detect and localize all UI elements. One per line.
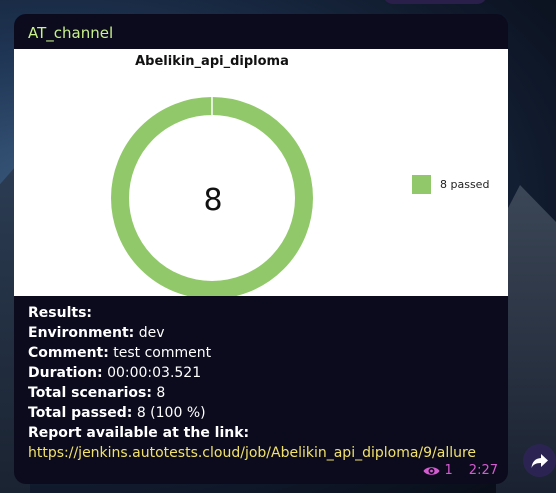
message-time: 2:27 — [468, 463, 498, 478]
chart-title: Abelikin_api_diploma — [135, 54, 289, 69]
channel-message[interactable]: AT_channel 8 Abelikin_api_diploma 8 pass… — [14, 14, 508, 484]
result-label: Total passed: — [28, 405, 133, 421]
eye-icon — [423, 466, 440, 475]
result-line-duration: Duration: 00:00:03.521 — [28, 363, 498, 383]
result-label: Duration: — [28, 365, 103, 381]
result-value: 8 — [151, 385, 166, 401]
result-label: Environment: — [28, 325, 135, 341]
results-title: Results: — [28, 305, 92, 321]
result-line-environment: Environment: dev — [28, 323, 498, 343]
result-value: 8 (100 %) — [132, 405, 206, 421]
channel-name[interactable]: AT_channel — [28, 24, 113, 42]
result-line-comment: Comment: test comment — [28, 343, 498, 363]
result-label: Total scenarios: — [28, 385, 152, 401]
donut-center-value: 8 — [203, 183, 222, 218]
report-link-label: Report available at the link: — [28, 425, 250, 441]
legend-swatch-passed — [412, 175, 431, 194]
result-line-total-scenarios: Total scenarios: 8 — [28, 383, 498, 403]
result-line-total-passed: Total passed: 8 (100 %) — [28, 403, 498, 423]
view-count: 1 — [444, 463, 453, 478]
share-arrow-icon — [531, 453, 548, 468]
forward-button[interactable] — [523, 444, 556, 477]
legend-label-passed: 8 passed — [440, 178, 490, 191]
message-meta: 1 2:27 — [423, 463, 498, 478]
report-link[interactable]: https://jenkins.autotests.cloud/job/Abel… — [28, 443, 498, 463]
report-chart-image[interactable]: 8 Abelikin_api_diploma 8 passed — [14, 49, 508, 296]
donut-chart: 8 — [111, 96, 313, 296]
previous-message-bubble — [383, 0, 487, 4]
result-label: Comment: — [28, 345, 109, 361]
result-value: dev — [134, 325, 165, 341]
result-value: 00:00:03.521 — [102, 365, 202, 381]
result-value: test comment — [108, 345, 212, 361]
results-text: Results: Environment: dev Comment: test … — [28, 303, 498, 463]
